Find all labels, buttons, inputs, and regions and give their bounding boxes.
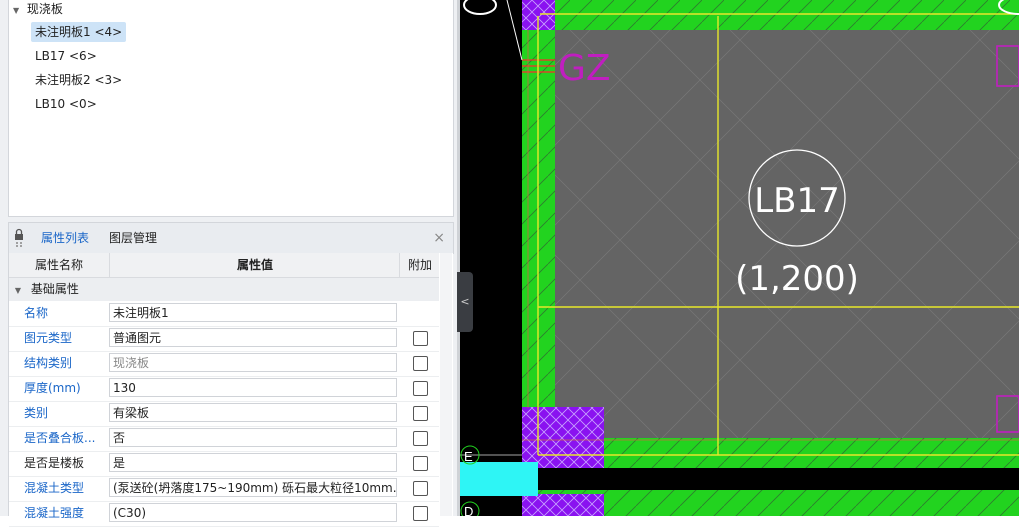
left-panel: ▼ 现浇板 未注明板1 <4> LB17 <6> 未注明板2 <3> LB10 … [0,0,457,527]
prop-value[interactable]: 现浇板 [109,353,397,372]
group-label: 基础属性 [30,282,79,296]
prop-value[interactable]: 是 [109,453,397,472]
group-basic[interactable]: ▼ 基础属性 [9,278,439,301]
tab-layer-management[interactable]: 图层管理 [109,223,157,253]
header-value: 属性值 [109,253,400,277]
prop-name: 结构类别 [24,356,73,370]
prop-value[interactable]: 有梁板 [109,403,397,422]
group-caret-icon[interactable]: ▼ [9,279,27,302]
axis-label-e: E [464,449,473,464]
chevron-left-icon: < [460,295,470,308]
table-row: 混凝土类型 (泵送砼(坍落度175~190mm) 砾石最大粒径10mm... [9,476,439,502]
table-row: 图元类型 普通图元 [9,326,439,352]
slab-pattern [555,30,1019,438]
table-row: 结构类别 现浇板 [9,351,439,377]
grid-header: 属性名称 属性值 附加 [9,253,439,278]
extra-checkbox[interactable] [413,506,428,521]
column-bottom-left-hatch [522,407,604,468]
property-tab-bar: 属性列表 图层管理 × [8,222,454,254]
column-label: GZ [558,48,611,89]
column-bottom-left-2-hatch [522,494,604,516]
extra-checkbox[interactable] [413,481,428,496]
header-extra: 附加 [399,253,440,277]
prop-name: 类别 [24,406,49,420]
vertical-scrollbar[interactable] [440,253,452,516]
prop-name: 名称 [24,306,49,320]
tree-item-4[interactable]: LB10 <0> [31,94,101,114]
table-row: 是否是楼板 是 [9,451,439,477]
extra-checkbox[interactable] [413,356,428,371]
prop-name: 图元类型 [24,331,73,345]
extra-checkbox[interactable] [413,456,428,471]
prop-name: 是否叠合板... [24,431,96,445]
collapse-panel-button[interactable]: < [457,272,473,332]
tree-item-2[interactable]: LB17 <6> [31,46,101,66]
component-tree: ▼ 现浇板 未注明板1 <4> LB17 <6> 未注明板2 <3> LB10 … [8,0,454,217]
prop-name: 混凝土强度 [24,506,85,520]
prop-value[interactable]: (C30) [109,503,397,522]
table-row: 类别 有梁板 [9,401,439,427]
tab-property-list[interactable]: 属性列表 [41,223,89,253]
tree-root[interactable]: ▼ 现浇板 [13,1,63,17]
prop-value[interactable]: 未注明板1 [109,303,397,322]
beam-top-hatch [540,0,1019,30]
table-row: 厚度(mm) 130 [9,376,439,402]
tree-item-1[interactable]: 未注明板1 <4> [31,22,127,42]
table-row: 名称 未注明板1 [9,301,439,327]
prop-name: 厚度(mm) [24,381,81,395]
lock-icon[interactable] [13,228,25,248]
slab-thickness-label: (1,200) [735,259,859,299]
cyan-element [460,462,538,496]
table-row: 是否叠合板... 否 [9,426,439,452]
prop-name: 混凝土类型 [24,481,85,495]
collapse-caret-icon[interactable]: ▼ [13,3,23,19]
extra-checkbox[interactable] [413,431,428,446]
axis-label-d: D [464,504,473,516]
tree-item-3[interactable]: 未注明板2 <3> [31,70,126,90]
extra-checkbox[interactable] [413,406,428,421]
prop-value[interactable]: (泵送砼(坍落度175~190mm) 砾石最大粒径10mm... [109,478,397,497]
tree-root-label: 现浇板 [26,2,63,16]
table-row: 混凝土强度 (C30) [9,501,439,527]
prop-name: 是否是楼板 [24,456,85,470]
header-name: 属性名称 [34,258,83,272]
cad-canvas[interactable]: E D GZ LB17 (1,200) [460,0,1019,516]
property-grid: 属性名称 属性值 附加 ▼ 基础属性 名称 未注明板1 图元类型 普通图元 结构… [8,253,453,527]
close-icon[interactable]: × [433,223,445,253]
extra-checkbox[interactable] [413,331,428,346]
prop-value[interactable]: 否 [109,428,397,447]
prop-value[interactable]: 普通图元 [109,328,397,347]
slab-label: LB17 [754,181,840,221]
prop-value[interactable]: 130 [109,378,397,397]
extra-checkbox[interactable] [413,381,428,396]
